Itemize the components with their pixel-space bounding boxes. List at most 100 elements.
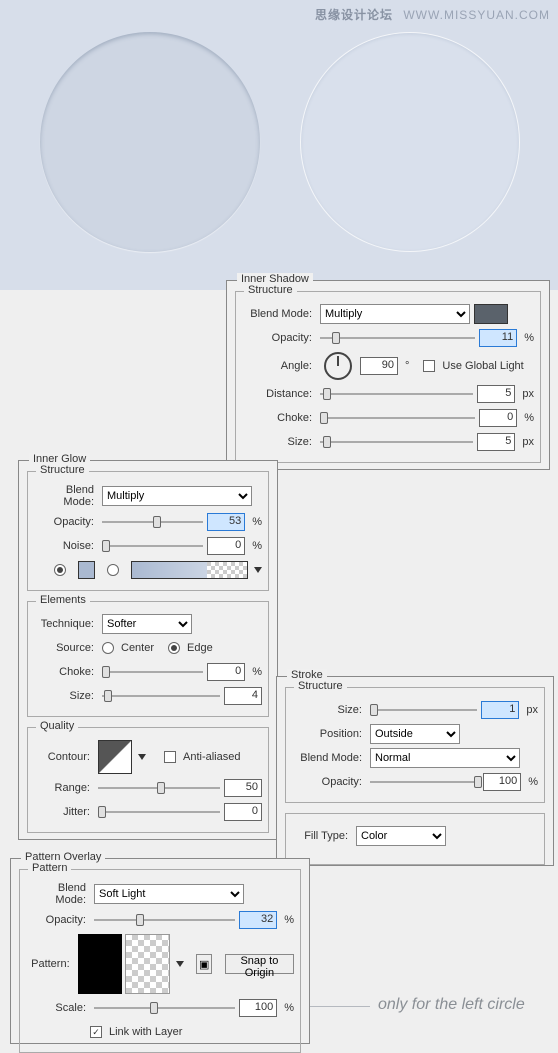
link-with-layer-label: Link with Layer (109, 1026, 182, 1038)
range-slider[interactable] (98, 779, 220, 797)
contour-swatch[interactable] (98, 740, 132, 774)
group-title: Pattern (28, 862, 71, 874)
anti-aliased-checkbox[interactable] (164, 751, 176, 763)
scale-label: Scale: (26, 1002, 86, 1014)
blend-mode-select[interactable]: Normal (370, 748, 520, 768)
watermark: 思缘设计论坛 WWW.MISSYUAN.COM (315, 6, 550, 23)
angle-input[interactable]: 90 (360, 357, 398, 375)
choke-slider[interactable] (102, 663, 203, 681)
distance-slider[interactable] (320, 385, 473, 403)
unit-pct: % (252, 666, 262, 678)
opacity-slider[interactable] (320, 329, 475, 347)
size-slider[interactable] (320, 433, 473, 451)
choke-label: Choke: (34, 666, 94, 678)
unit-pct: % (284, 914, 294, 926)
size-input[interactable]: 4 (224, 687, 262, 705)
inner-glow-panel: Inner Glow Structure Blend Mode: Multipl… (18, 460, 278, 840)
choke-input[interactable]: 0 (207, 663, 245, 681)
jitter-label: Jitter: (34, 806, 90, 818)
unit-pct: % (524, 412, 534, 424)
technique-select[interactable]: Softer (102, 614, 192, 634)
noise-input[interactable]: 0 (207, 537, 245, 555)
gradient-dropdown-icon[interactable] (254, 567, 262, 573)
opacity-input[interactable]: 100 (483, 773, 521, 791)
preview-area: 思缘设计论坛 WWW.MISSYUAN.COM (0, 0, 558, 290)
unit-px: px (526, 704, 538, 716)
blend-mode-select[interactable]: Multiply (102, 486, 252, 506)
unit-px: px (522, 436, 534, 448)
contour-dropdown-icon[interactable] (138, 754, 146, 760)
opacity-input[interactable]: 32 (239, 911, 277, 929)
group-title: Quality (36, 720, 78, 732)
opacity-slider[interactable] (94, 911, 235, 929)
unit-pct: % (524, 332, 534, 344)
group-title: Elements (36, 594, 90, 606)
unit-pct: % (252, 516, 262, 528)
technique-label: Technique: (34, 618, 94, 630)
group-title: Structure (244, 284, 297, 296)
choke-input[interactable]: 0 (479, 409, 517, 427)
scale-slider[interactable] (94, 999, 235, 1017)
opacity-label: Opacity: (292, 776, 362, 788)
contour-label: Contour: (34, 751, 90, 763)
opacity-slider[interactable] (102, 513, 203, 531)
inner-shadow-panel: Inner Shadow Structure Blend Mode: Multi… (226, 280, 550, 470)
opacity-input[interactable]: 53 (207, 513, 245, 531)
pattern-label: Pattern: (26, 958, 70, 970)
blend-mode-label: Blend Mode: (242, 308, 312, 320)
blend-mode-label: Blend Mode: (292, 752, 362, 764)
link-with-layer-checkbox[interactable] (90, 1026, 102, 1038)
use-global-light-checkbox[interactable] (423, 360, 435, 372)
size-input[interactable]: 1 (481, 701, 519, 719)
unit-pct: % (252, 540, 262, 552)
gradient-swatch[interactable] (131, 561, 248, 579)
size-slider[interactable] (370, 701, 477, 719)
size-label: Size: (34, 690, 94, 702)
noise-slider[interactable] (102, 537, 203, 555)
choke-label: Choke: (242, 412, 312, 424)
fill-type-select[interactable]: Color (356, 826, 446, 846)
angle-dial[interactable] (324, 352, 352, 380)
distance-label: Distance: (242, 388, 312, 400)
jitter-slider[interactable] (98, 803, 220, 821)
source-center-label: Center (121, 642, 154, 654)
jitter-input[interactable]: 0 (224, 803, 262, 821)
new-preset-button[interactable]: ▣ (196, 954, 213, 974)
source-edge-radio[interactable] (168, 642, 180, 654)
position-select[interactable]: Outside (370, 724, 460, 744)
source-center-radio[interactable] (102, 642, 114, 654)
gradient-radio[interactable] (107, 564, 119, 576)
group-title: Structure (36, 464, 89, 476)
range-input[interactable]: 50 (224, 779, 262, 797)
use-global-light-label: Use Global Light (442, 360, 523, 372)
watermark-cn: 思缘设计论坛 (315, 8, 393, 22)
blend-mode-select[interactable]: Multiply (320, 304, 470, 324)
scale-input[interactable]: 100 (239, 999, 277, 1017)
watermark-en: WWW.MISSYUAN.COM (403, 8, 550, 22)
anti-aliased-label: Anti-aliased (183, 751, 240, 763)
unit-deg: ° (405, 360, 409, 372)
opacity-input[interactable]: 11 (479, 329, 517, 347)
source-label: Source: (34, 642, 94, 654)
fill-type-label: Fill Type: (292, 830, 348, 842)
pattern-dropdown-icon[interactable] (176, 961, 184, 967)
stroke-panel: Stroke Structure Size: 1 px Position: Ou… (276, 676, 554, 866)
color-swatch[interactable] (78, 561, 96, 579)
color-radio[interactable] (54, 564, 66, 576)
size-slider[interactable] (102, 687, 220, 705)
blend-mode-label: Blend Mode: (26, 882, 86, 906)
blend-mode-select[interactable]: Soft Light (94, 884, 244, 904)
color-swatch[interactable] (474, 304, 508, 324)
pattern-swatch[interactable] (78, 934, 123, 994)
snap-to-origin-button[interactable]: Snap to Origin (225, 954, 294, 974)
opacity-label: Opacity: (242, 332, 312, 344)
distance-input[interactable]: 5 (477, 385, 515, 403)
caption: only for the left circle (378, 996, 525, 1014)
left-circle (40, 32, 260, 252)
size-input[interactable]: 5 (477, 433, 515, 451)
unit-px: px (522, 388, 534, 400)
caption-line (310, 1006, 370, 1007)
opacity-slider[interactable] (370, 773, 479, 791)
size-label: Size: (292, 704, 362, 716)
choke-slider[interactable] (320, 409, 475, 427)
